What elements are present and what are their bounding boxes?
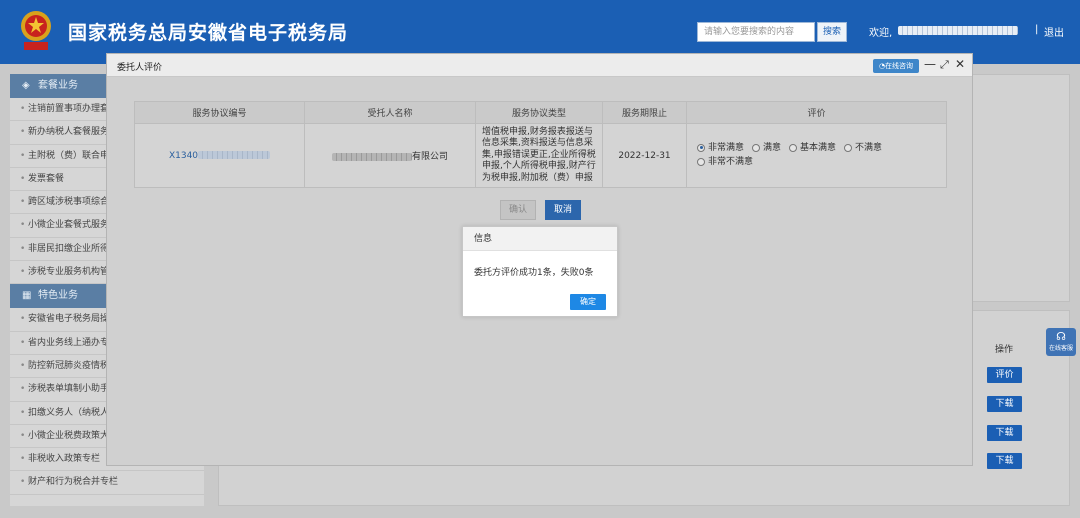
radio-checked-icon	[697, 143, 705, 152]
rating-label: 满意	[763, 142, 782, 153]
column-header: 受托人名称	[304, 101, 476, 124]
online-consult-label: 在线咨询	[885, 62, 914, 70]
agreement-table: 服务协议编号 受托人名称 服务协议类型 服务期限止 评价 X1340 有限公司 …	[134, 101, 947, 188]
bullet-icon: •	[20, 267, 26, 278]
trustee-name-masked	[331, 152, 412, 161]
column-header: 服务协议编号	[134, 101, 305, 124]
confirm-button[interactable]: 确认	[500, 200, 536, 220]
bullet-icon: •	[20, 173, 26, 184]
bullet-icon: •	[20, 197, 26, 208]
column-header: 评价	[686, 101, 947, 124]
search-input[interactable]: 请输入您要搜索的内容	[697, 22, 815, 42]
minimize-icon[interactable]: —	[924, 57, 936, 71]
download-button[interactable]: 下载	[987, 396, 1022, 412]
maximize-icon[interactable]: ⤢	[940, 58, 949, 72]
sidebar-item-label: 财产和行为税合并专栏	[28, 477, 119, 488]
online-consult-button[interactable]: ◔在线咨询	[873, 59, 919, 73]
dialog-title: 委托人评价	[117, 63, 163, 73]
radio-icon	[789, 143, 798, 152]
bullet-icon: •	[20, 477, 26, 488]
table-row: X1340 有限公司 增值税申报,财务报表报送与信息采集,资料报送与信息采集,申…	[134, 123, 947, 188]
column-header: 服务协议类型	[475, 101, 603, 124]
bullet-icon: •	[20, 104, 26, 114]
bullet-icon: •	[20, 243, 26, 254]
rating-option-very-dissatisfied[interactable]: 非常不满意	[697, 156, 753, 168]
operation-column-header: 操作	[995, 345, 1014, 355]
message-text: 委托方评价成功1条，失败0条	[474, 268, 594, 278]
sidebar-item-label: 小微企业税费政策大	[28, 430, 110, 441]
sidebar-item-label: 涉税专业服务机构管	[28, 267, 110, 278]
rate-button[interactable]: 评价	[987, 367, 1022, 383]
table-header-row: 服务协议编号 受托人名称 服务协议类型 服务期限止 评价	[134, 101, 947, 124]
bullet-icon: •	[20, 337, 26, 348]
message-title: 信息	[463, 227, 617, 251]
download-button[interactable]: 下载	[987, 453, 1022, 469]
section-title: 特色业务	[38, 290, 78, 302]
sidebar-item[interactable]: • 财产和行为税合并专栏	[10, 471, 204, 495]
online-service-float-button[interactable]: ☊ 在线客服	[1046, 328, 1076, 356]
rating-label: 基本满意	[800, 142, 837, 153]
sidebar-item-label: 非税收入政策专栏	[28, 454, 101, 465]
sidebar-item-label: 发票套餐	[28, 173, 65, 184]
bullet-icon: •	[20, 384, 26, 395]
ok-button[interactable]: 确定	[570, 294, 606, 310]
bullet-icon: •	[20, 360, 26, 371]
site-title: 国家税务总局安徽省电子税务局	[68, 22, 349, 44]
sidebar-item-label: 小微企业套餐式服务	[28, 220, 110, 231]
radio-icon	[752, 143, 761, 152]
header-separator: |	[1035, 24, 1039, 35]
close-icon[interactable]: ✕	[955, 57, 965, 71]
rating-option-very-satisfied[interactable]: 非常满意	[697, 142, 744, 154]
bullet-icon: •	[20, 407, 26, 418]
rating-option-basically-satisfied[interactable]: 基本满意	[789, 142, 836, 154]
column-header: 服务期限止	[602, 101, 687, 124]
end-date-cell: 2022-12-31	[602, 123, 687, 188]
sidebar-item-label: 新办纳税人套餐服务	[28, 127, 110, 138]
bullet-icon: •	[20, 430, 26, 441]
welcome-label: 欢迎,	[869, 28, 893, 39]
headset-icon: ☊	[1056, 330, 1066, 343]
search-button[interactable]: 搜索	[817, 22, 847, 42]
rating-cell: 非常满意 满意 基本满意 不满意 非常不满意	[686, 123, 947, 188]
sidebar-item-label: 跨区域涉税事项综合	[28, 197, 110, 208]
logout-link[interactable]: 退出	[1044, 24, 1064, 39]
sidebar-item-label: 省内业务线上通办专	[28, 337, 110, 348]
agreement-no-masked	[198, 151, 271, 159]
username-masked	[898, 26, 1018, 35]
bullet-icon: •	[20, 454, 26, 465]
agreement-type-cell: 增值税申报,财务报表报送与信息采集,资料报送与信息采集,申报错误更正,企业所得税…	[475, 123, 603, 188]
section-title: 套餐业务	[38, 80, 78, 91]
trustee-name-suffix: 有限公司	[411, 152, 448, 162]
rating-option-satisfied[interactable]: 满意	[752, 142, 781, 154]
sidebar-item-label: 主附税（费）联合申报	[28, 150, 119, 161]
bullet-icon: •	[20, 127, 26, 138]
bullet-icon: •	[20, 150, 26, 161]
sidebar-item-label: 注销前置事项办理套餐	[28, 104, 119, 114]
trustee-name-cell: 有限公司	[304, 123, 476, 188]
rating-label: 不满意	[855, 142, 883, 153]
agreement-no-link[interactable]: X1340	[169, 151, 198, 161]
radio-icon	[697, 157, 705, 166]
sidebar-item-label: 防控新冠肺炎疫情税	[28, 360, 110, 371]
sidebar-item-label: 涉税表单填制小助手	[28, 384, 110, 395]
info-message-box: 信息 委托方评价成功1条，失败0条 确定	[462, 226, 618, 317]
download-button[interactable]: 下载	[987, 425, 1022, 441]
online-service-label: 在线客服	[1048, 345, 1073, 352]
sidebar-item-label: 安徽省电子税务局操	[28, 314, 110, 325]
sidebar-item-label: 扣缴义务人（纳税人	[28, 407, 110, 418]
rating-option-dissatisfied[interactable]: 不满意	[844, 142, 882, 154]
agreement-no-cell: X1340	[134, 123, 305, 188]
bullet-icon: •	[20, 220, 26, 231]
rating-label: 非常满意	[708, 142, 745, 153]
stack-icon: ◈	[22, 80, 30, 91]
bullet-icon: •	[20, 314, 26, 325]
rating-label: 非常不满意	[708, 156, 754, 167]
grid-icon: ▦	[22, 290, 32, 302]
tax-emblem-logo	[21, 11, 51, 50]
radio-icon	[844, 143, 853, 152]
cancel-button[interactable]: 取消	[545, 200, 581, 220]
sidebar-item-label: 非居民扣缴企业所得	[28, 243, 110, 254]
dialog-titlebar: 委托人评价 ◔在线咨询 — ⤢ ✕	[107, 54, 972, 77]
